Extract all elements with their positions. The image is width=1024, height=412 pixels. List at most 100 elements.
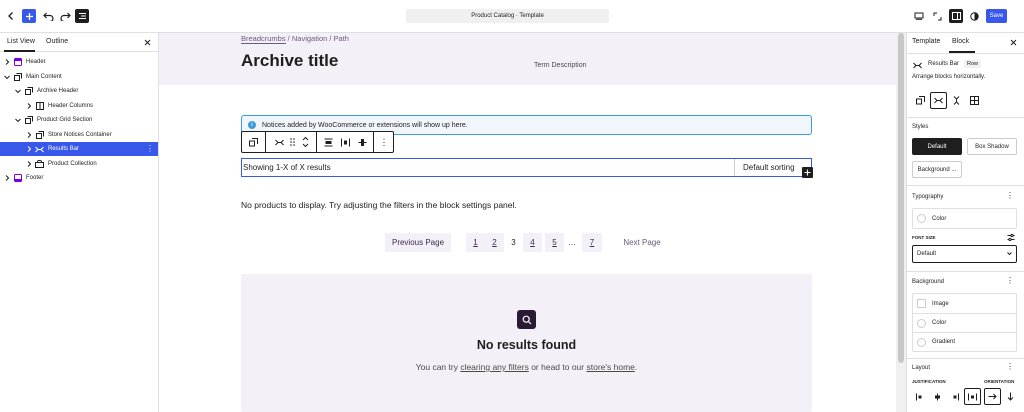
tree-item-archive-header[interactable]: Archive Header <box>0 84 158 98</box>
options-icon[interactable]: ⋮ <box>146 144 154 153</box>
typography-options-icon[interactable]: ⋮ <box>1006 191 1014 200</box>
clear-filters-link[interactable]: clearing any filters <box>460 362 529 372</box>
styles-icon[interactable] <box>968 10 980 22</box>
chevron-down-icon[interactable] <box>4 75 10 79</box>
chevron-right-icon[interactable] <box>26 103 32 109</box>
next-page-button[interactable]: Next Page <box>614 233 670 252</box>
grid-variation-icon[interactable] <box>966 92 983 109</box>
orientation-horizontal-icon[interactable] <box>984 388 1001 405</box>
justify-center-icon[interactable] <box>338 132 352 152</box>
more-options-icon[interactable]: ⋮ <box>376 132 392 152</box>
save-label: Save <box>989 13 1004 19</box>
tab-template[interactable]: Template <box>912 38 940 45</box>
chevron-right-icon[interactable] <box>26 132 32 138</box>
close-icon[interactable] <box>1008 37 1018 47</box>
tab-list-view[interactable]: List View <box>7 38 35 45</box>
sorting-select[interactable]: Default sorting <box>734 159 811 176</box>
typography-color-label: Color <box>932 215 947 222</box>
group-variation-icon[interactable] <box>912 92 929 109</box>
style-label: Background ... <box>917 166 957 173</box>
tree-item-footer[interactable]: Footer <box>0 171 158 185</box>
tree-item-results-bar[interactable]: Results Bar ⋮ <box>0 142 158 156</box>
fullscreen-icon[interactable] <box>931 10 943 22</box>
settings-sidebar-toggle[interactable] <box>949 9 963 23</box>
tab-block[interactable]: Block <box>952 38 969 45</box>
tree-item-header[interactable]: Header <box>0 55 158 69</box>
page-number[interactable]: 2 <box>485 233 504 252</box>
chevron-down-icon[interactable] <box>15 89 21 93</box>
canvas-scrollbar[interactable] <box>896 33 906 412</box>
current-page: 3 <box>504 233 523 252</box>
product-collection-icon <box>35 160 44 169</box>
font-size-settings-icon[interactable] <box>1006 232 1016 242</box>
parent-block-button[interactable] <box>242 132 266 152</box>
row-variation-icon[interactable] <box>930 92 947 109</box>
typography-color-box[interactable]: Color <box>912 208 1017 229</box>
breadcrumbs[interactable]: Breadcrumbs / Navigation / Path <box>241 34 349 43</box>
tab-outline[interactable]: Outline <box>46 38 68 45</box>
chevron-right-icon[interactable] <box>4 59 10 65</box>
style-background-button[interactable]: Background ... <box>912 161 962 178</box>
orientation-vertical-icon[interactable] <box>1003 388 1018 405</box>
scrollbar-thumb[interactable] <box>898 33 904 363</box>
align-icon[interactable] <box>321 132 335 152</box>
inserter-plus-icon[interactable] <box>802 167 813 178</box>
document-title: Product Catalog · Template <box>471 13 544 19</box>
tree-item-main-content[interactable]: Main Content <box>0 70 158 84</box>
document-title-bar[interactable]: Product Catalog · Template <box>406 9 609 23</box>
tree-item-store-notices-container[interactable]: Store Notices Container <box>0 128 158 142</box>
vertical-align-icon[interactable] <box>355 132 369 152</box>
store-home-link[interactable]: store's home <box>586 362 634 372</box>
gradient-swatch-icon <box>917 337 926 347</box>
chevron-right-icon[interactable] <box>4 175 10 181</box>
chevron-right-icon[interactable] <box>26 146 32 152</box>
justify-center-icon[interactable] <box>930 389 945 404</box>
chevron-right-icon[interactable] <box>26 161 32 167</box>
page-number[interactable]: 5 <box>545 233 564 252</box>
no-results-text-middle: or head to our <box>528 362 587 372</box>
results-bar[interactable]: Showing 1-X of X results Default sorting <box>241 158 813 178</box>
tree-item-header-columns[interactable]: Header Columns <box>0 99 158 113</box>
background-item-label: Gradient <box>932 339 956 345</box>
background-gradient-item[interactable]: Gradient <box>913 332 1016 351</box>
add-block-button[interactable] <box>22 9 36 23</box>
color-swatch-icon <box>917 318 926 328</box>
font-size-select[interactable]: Default <box>912 245 1017 263</box>
row-icon[interactable] <box>272 132 286 152</box>
justify-left-icon[interactable] <box>913 389 928 404</box>
background-image-item[interactable]: Image <box>913 294 1016 313</box>
justify-space-between-icon[interactable] <box>964 388 981 405</box>
style-default-button[interactable]: Default <box>912 138 962 155</box>
top-toolbar: Product Catalog · Template Save <box>0 0 1024 33</box>
no-results-text-before: You can try <box>415 362 461 372</box>
page-number[interactable]: 7 <box>582 233 602 252</box>
desktop-preview-icon[interactable] <box>913 10 925 22</box>
page-number[interactable]: 1 <box>466 233 485 252</box>
tree-item-product-collection[interactable]: Product Collection <box>0 157 158 171</box>
background-color-item[interactable]: Color <box>913 313 1016 332</box>
divider <box>907 53 1024 54</box>
tree-label: Product Collection <box>48 161 97 167</box>
back-icon[interactable] <box>4 9 18 23</box>
save-button[interactable]: Save <box>986 9 1007 23</box>
layout-options-icon[interactable]: ⋮ <box>1006 362 1014 371</box>
page-number[interactable]: 4 <box>523 233 542 252</box>
background-options-icon[interactable]: ⋮ <box>1006 276 1014 285</box>
no-results-title: No results found <box>476 338 577 352</box>
chevron-down-icon[interactable] <box>15 118 21 122</box>
document-overview-button[interactable] <box>75 9 89 23</box>
group-icon <box>24 87 33 96</box>
close-icon[interactable] <box>143 38 152 47</box>
redo-icon[interactable] <box>58 9 72 23</box>
tree-item-product-grid-section[interactable]: Product Grid Section <box>0 113 158 127</box>
tree-label: Product Grid Section <box>37 117 93 123</box>
undo-icon[interactable] <box>41 9 55 23</box>
justify-right-icon[interactable] <box>947 389 962 404</box>
style-box-shadow-button[interactable]: Box Shadow <box>967 138 1017 155</box>
move-up-down-icon[interactable] <box>299 132 311 152</box>
drag-handle-icon[interactable] <box>287 132 297 152</box>
stack-variation-icon[interactable] <box>948 92 965 109</box>
previous-page-button[interactable]: Previous Page <box>385 233 451 252</box>
toolbar-divider <box>373 132 374 152</box>
page-number-label: 3 <box>511 238 516 247</box>
